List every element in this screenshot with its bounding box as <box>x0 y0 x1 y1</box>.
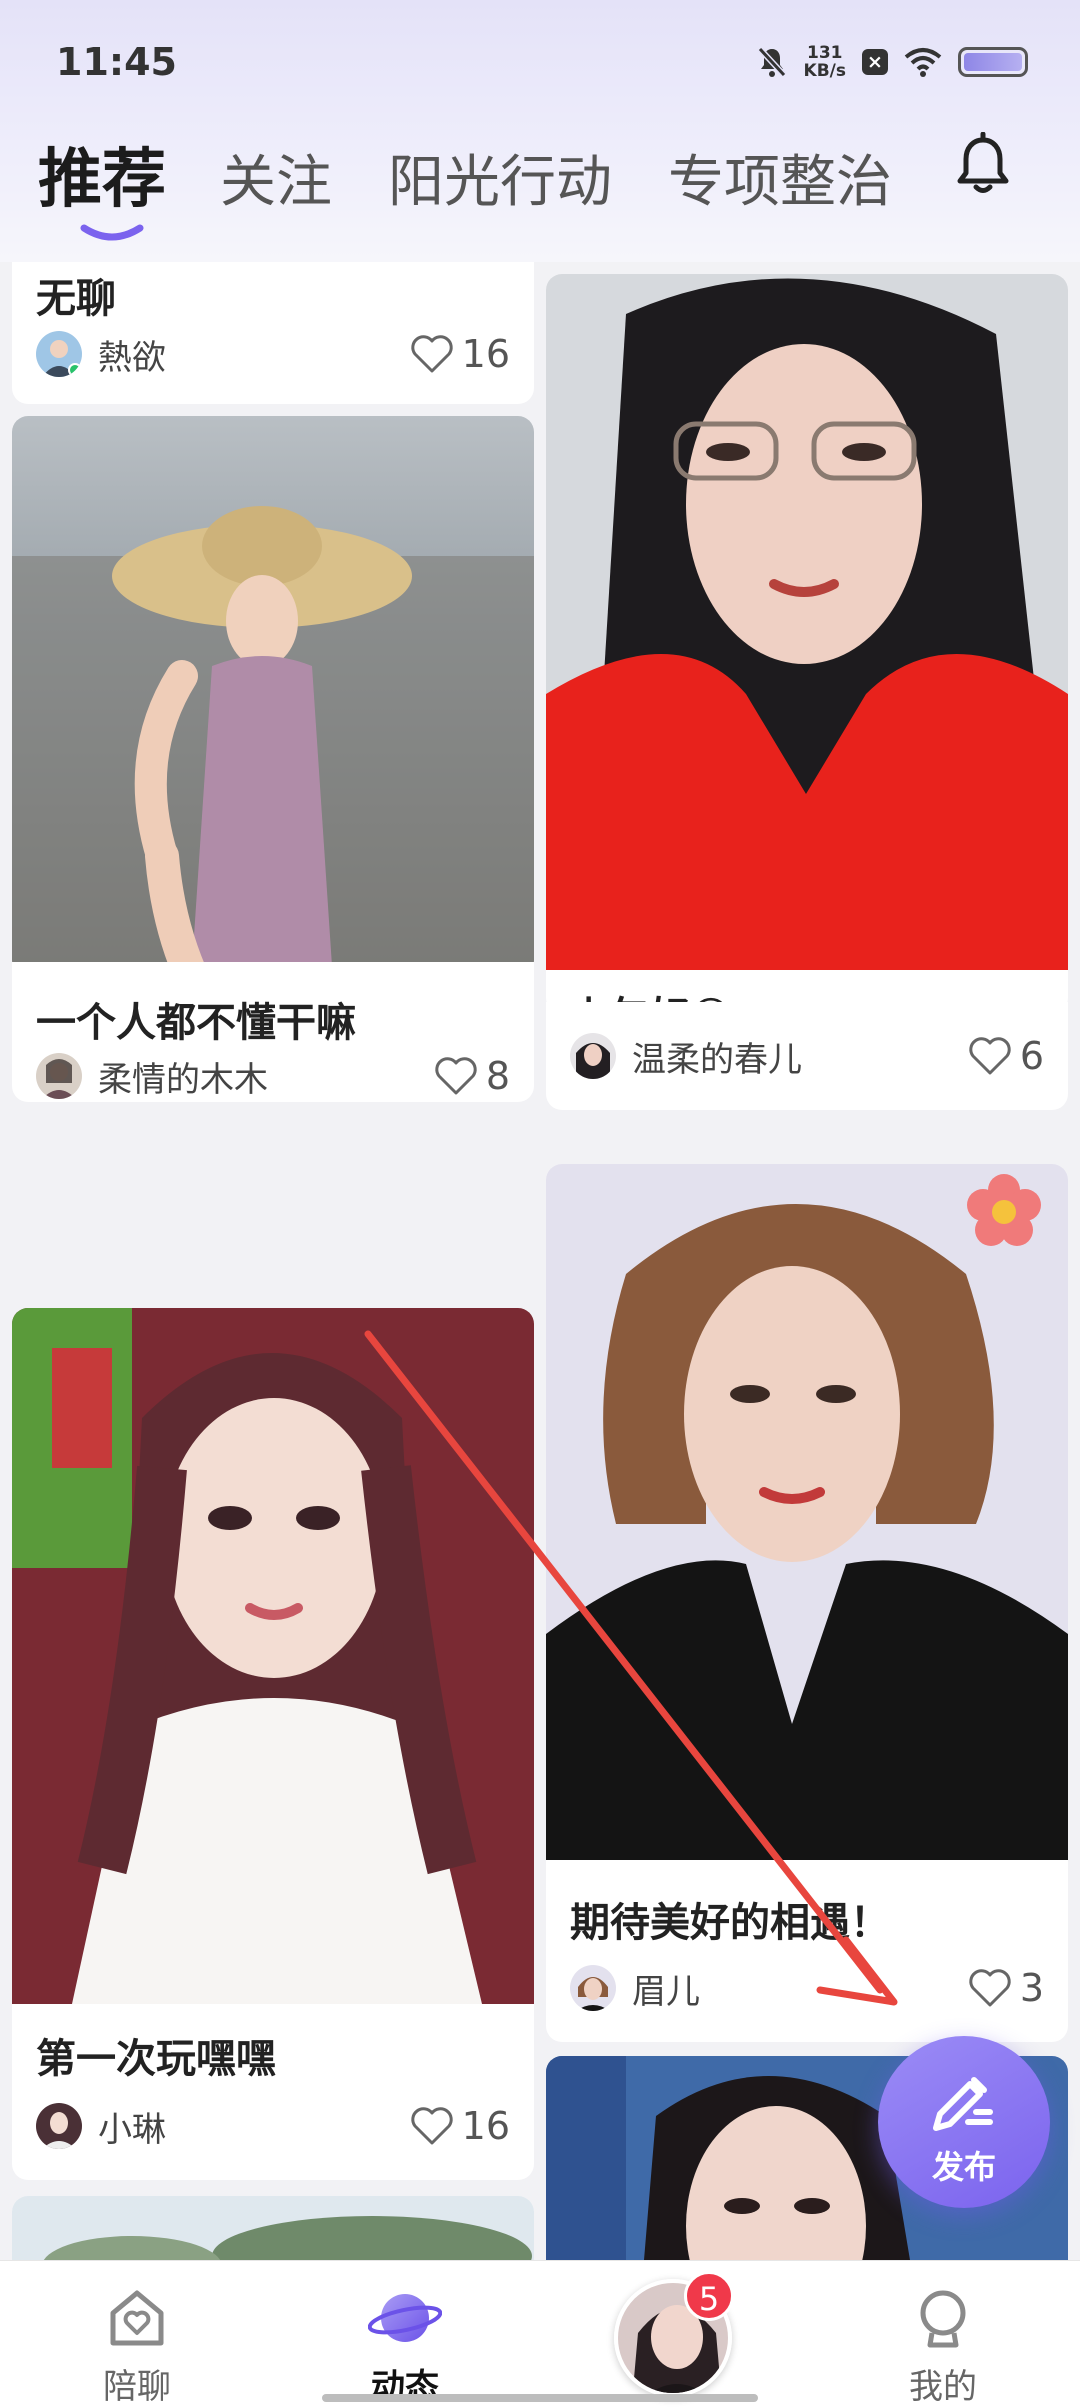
net-speed-unit: KB/s <box>803 61 846 81</box>
post-card[interactable]: 无聊 熱欲 16 <box>12 262 534 404</box>
avatar[interactable] <box>36 331 82 377</box>
net-speed: 131 KB/s <box>804 44 846 80</box>
status-time: 11:45 <box>56 40 177 84</box>
post-title: 一个人都不懂干嘛 <box>36 1000 356 1046</box>
post-author[interactable]: 柔情的木木 <box>98 1052 434 1101</box>
wifi-icon <box>904 48 942 77</box>
post-card[interactable]: 期待美好的相遇！ 眉儿 3 <box>546 1164 1068 2042</box>
heart-house-icon <box>110 2290 164 2346</box>
publish-fab[interactable]: 发布 <box>878 2036 1050 2208</box>
post-meta: 温柔的春儿 6 <box>570 1032 1044 1080</box>
status-icons: 131 KB/s × <box>756 40 1028 84</box>
post-title: 无聊 <box>36 276 116 322</box>
like-button[interactable]: 16 <box>410 332 510 376</box>
post-meta: 眉儿 3 <box>570 1964 1044 2012</box>
notification-badge: 5 <box>684 2271 734 2321</box>
post-card-footer: 一个人都不懂干嘛 柔情的木木 8 <box>12 962 534 1102</box>
like-button[interactable]: 6 <box>968 1034 1044 1078</box>
top-header: 11:45 131 KB/s × 推荐 关注 阳光行动 专项整治 <box>0 0 1080 262</box>
post-meta: 柔情的木木 8 <box>36 1052 510 1100</box>
active-tab-indicator <box>80 224 144 241</box>
app-notice-icon: × <box>862 49 888 75</box>
avatar[interactable] <box>36 1053 82 1099</box>
like-count: 16 <box>461 2104 510 2148</box>
post-card[interactable] <box>12 416 534 976</box>
post-title: 期待美好的相遇！ <box>570 1900 890 1946</box>
post-title: 第一次玩嘿嘿 <box>36 2036 276 2082</box>
post-author[interactable]: 温柔的春儿 <box>632 1032 968 1081</box>
planet-icon <box>368 2294 442 2342</box>
like-button[interactable]: 8 <box>434 1054 510 1098</box>
battery-icon <box>958 47 1028 77</box>
like-button[interactable]: 16 <box>410 2104 510 2148</box>
nav-label: 陪聊 <box>103 2367 171 2407</box>
top-tabs: 推荐 关注 阳光行动 专项整治 <box>38 128 948 220</box>
avatar[interactable] <box>570 1033 616 1079</box>
tab-recommend[interactable]: 推荐 <box>38 128 166 220</box>
home-indicator <box>322 2394 758 2402</box>
online-indicator <box>68 363 82 377</box>
heart-icon <box>410 2107 453 2145</box>
heart-icon <box>969 1037 1011 1075</box>
post-photo <box>12 2196 534 2260</box>
post-meta: 小琳 16 <box>36 2102 510 2150</box>
avatar[interactable] <box>36 2103 82 2149</box>
post-author[interactable]: 小琳 <box>98 2102 410 2151</box>
like-button[interactable]: 3 <box>968 1966 1044 2010</box>
post-card[interactable]: 上午好😄 <box>546 274 1068 1014</box>
post-card-footer: 温柔的春儿 6 <box>546 1002 1068 1110</box>
tab-following[interactable]: 关注 <box>220 137 332 218</box>
bell-muted-icon <box>757 46 786 78</box>
like-count: 8 <box>485 1054 510 1098</box>
notification-bell-icon[interactable] <box>954 132 1012 196</box>
post-card[interactable]: 第一次玩嘿嘿 小琳 16 <box>12 1308 534 2180</box>
heart-icon <box>435 1057 477 1095</box>
post-author[interactable]: 熱欲 <box>98 330 410 379</box>
tab-sunshine-action[interactable]: 阳光行动 <box>388 137 612 218</box>
post-photo <box>546 1164 1068 1860</box>
post-meta: 熱欲 16 <box>36 330 510 378</box>
publish-label: 发布 <box>931 2148 996 2186</box>
nav-item-moments[interactable]: 动态 <box>360 2261 450 2408</box>
post-card[interactable] <box>12 2196 534 2260</box>
bottom-nav: 陪聊 动态 5 我的 <box>0 2260 1080 2408</box>
post-photo <box>12 1308 534 2004</box>
post-photo <box>546 274 1068 970</box>
nav-item-chat[interactable]: 陪聊 <box>92 2261 182 2408</box>
post-photo <box>12 416 534 976</box>
tab-special-rectification[interactable]: 专项整治 <box>668 137 892 218</box>
feed-grid: 无聊 熱欲 16 一个人都不懂干嘛 柔情的木木 8 第一次玩嘿嘿 小琳 16 温… <box>0 262 1080 2260</box>
post-author[interactable]: 眉儿 <box>632 1964 968 2013</box>
like-count: 3 <box>1019 1966 1044 2010</box>
heart-icon <box>969 1969 1011 2007</box>
nav-label: 我的 <box>909 2367 977 2407</box>
profile-icon <box>920 2290 966 2348</box>
nav-item-mine[interactable]: 我的 <box>898 2261 988 2408</box>
heart-icon <box>410 335 453 373</box>
avatar[interactable] <box>570 1965 616 2011</box>
like-count: 16 <box>461 332 510 376</box>
like-count: 6 <box>1019 1034 1044 1078</box>
net-speed-value: 131 <box>807 43 843 63</box>
pencil-icon <box>933 2077 993 2131</box>
